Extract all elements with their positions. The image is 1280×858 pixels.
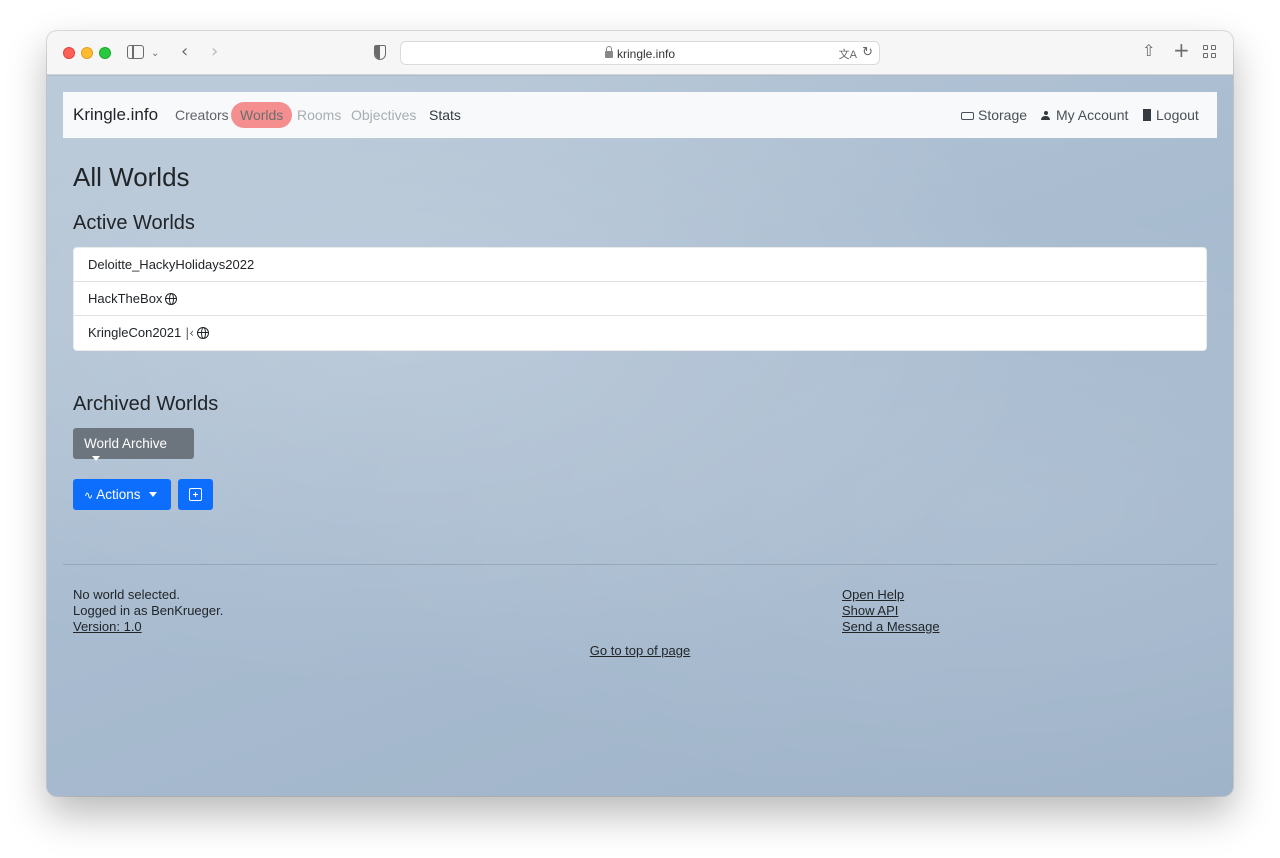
skip-back-icon: |‹	[185, 326, 195, 340]
close-window-button[interactable]	[63, 47, 75, 59]
share-icon[interactable]: ⇧	[1142, 43, 1155, 59]
open-help-link[interactable]: Open Help	[842, 587, 940, 603]
nav-account-label: My Account	[1056, 107, 1129, 123]
version-link[interactable]: Version: 1.0	[73, 619, 223, 635]
sidebar-toggle-icon[interactable]	[127, 45, 144, 59]
address-bar[interactable]: kringle.info 文A ↻	[400, 41, 880, 65]
nav-stats[interactable]: Stats	[429, 107, 461, 123]
lock-icon	[604, 46, 613, 58]
world-archive-label: World Archive	[84, 436, 168, 451]
brand-link[interactable]: Kringle.info	[73, 105, 158, 125]
active-worlds-list: Deloitte_HackyHolidays2022 HackTheBox Kr…	[73, 247, 1207, 351]
divider	[63, 564, 1217, 565]
world-name: HackTheBox	[88, 291, 163, 306]
world-archive-dropdown[interactable]: World Archive	[73, 428, 194, 461]
world-name: KringleCon2021	[88, 325, 182, 340]
privacy-shield-icon[interactable]	[374, 45, 386, 60]
actions-label: Actions	[96, 487, 141, 502]
world-status-text: No world selected.	[73, 587, 180, 602]
logged-in-text: Logged in as BenKrueger.	[73, 603, 224, 618]
go-to-top: Go to top of page	[47, 643, 1233, 658]
forward-icon[interactable]: ›	[211, 43, 218, 61]
globe-icon	[165, 293, 178, 305]
translate-icon[interactable]: 文A	[839, 46, 857, 62]
footer-status: No world selected. Logged in as BenKrueg…	[73, 587, 223, 635]
list-item[interactable]: KringleCon2021 |‹	[74, 316, 1206, 350]
storage-icon	[961, 112, 974, 120]
go-to-top-link[interactable]: Go to top of page	[590, 643, 690, 658]
plus-square-icon	[189, 488, 202, 501]
minimize-window-button[interactable]	[81, 47, 93, 59]
nav-storage[interactable]: Storage	[961, 107, 1027, 123]
tab-overview-icon[interactable]	[1203, 45, 1217, 59]
footer-links: Open Help Show API Send a Message	[842, 587, 940, 635]
caret-down-icon	[92, 456, 100, 461]
nav-my-account[interactable]: My Account	[1041, 107, 1128, 123]
nav-rooms[interactable]: Rooms	[297, 107, 341, 123]
activity-icon: ∿	[84, 489, 94, 502]
nav-worlds[interactable]: Worlds	[231, 102, 293, 128]
archived-worlds-heading: Archived Worlds	[73, 393, 219, 415]
active-worlds-heading: Active Worlds	[73, 212, 195, 234]
page-content: Kringle.info Creators Worlds Rooms Objec…	[47, 76, 1233, 796]
person-icon	[1041, 111, 1050, 120]
caret-down-icon	[148, 492, 157, 497]
nav-storage-label: Storage	[978, 107, 1028, 123]
reload-icon[interactable]: ↻	[862, 45, 873, 60]
zoom-window-button[interactable]	[99, 47, 111, 59]
actions-dropdown[interactable]: ∿ Actions	[73, 479, 171, 510]
browser-window: ⌄ ‹ › kringle.info 文A ↻ ⇧ + Kringle.info…	[47, 31, 1233, 796]
globe-icon	[197, 327, 210, 339]
nav-objectives[interactable]: Objectives	[351, 107, 416, 123]
show-api-link[interactable]: Show API	[842, 603, 940, 619]
nav-logout[interactable]: Logout	[1143, 107, 1199, 123]
top-navbar: Kringle.info Creators Worlds Rooms Objec…	[63, 92, 1217, 138]
list-item[interactable]: Deloitte_HackyHolidays2022	[74, 248, 1206, 282]
new-tab-icon[interactable]: +	[1173, 40, 1190, 60]
back-icon[interactable]: ‹	[181, 43, 188, 61]
door-icon	[1143, 109, 1151, 121]
list-item[interactable]: HackTheBox	[74, 282, 1206, 316]
url-text: kringle.info	[616, 47, 676, 61]
add-world-button[interactable]	[178, 479, 213, 510]
browser-toolbar: ⌄ ‹ › kringle.info 文A ↻ ⇧ +	[47, 31, 1233, 75]
nav-creators[interactable]: Creators	[175, 107, 229, 123]
world-name: Deloitte_HackyHolidays2022	[88, 257, 255, 272]
page-title: All Worlds	[73, 162, 190, 192]
nav-logout-label: Logout	[1156, 107, 1199, 123]
send-message-link[interactable]: Send a Message	[842, 619, 940, 635]
chevron-down-icon[interactable]: ⌄	[151, 46, 159, 62]
